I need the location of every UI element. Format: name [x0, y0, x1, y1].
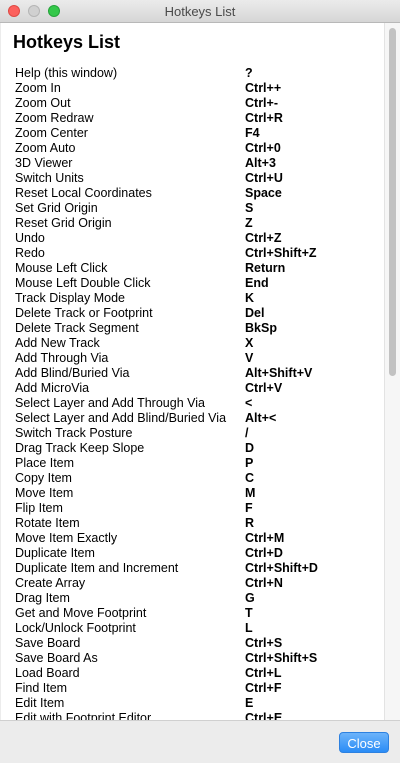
hotkey-action: Edit Item — [15, 696, 65, 710]
hotkey-key: F4 — [245, 126, 260, 140]
hotkey-key: Ctrl+R — [245, 111, 283, 125]
hotkey-key: Alt+Shift+V — [245, 366, 313, 380]
vertical-scrollbar[interactable] — [384, 23, 400, 720]
hotkey-key: G — [245, 591, 255, 605]
hotkey-key: < — [245, 396, 253, 410]
hotkey-key: Ctrl+S — [245, 636, 283, 650]
hotkey-action: Mouse Left Click — [15, 261, 108, 275]
hotkeys-window: Hotkeys List Hotkeys List Help (this win… — [0, 0, 400, 763]
hotkey-action: Save Board — [15, 636, 81, 650]
hotkey-key: Ctrl+N — [245, 576, 283, 590]
hotkey-key: K — [245, 291, 255, 305]
hotkey-key: Return — [245, 261, 286, 275]
hotkey-key: P — [245, 456, 254, 470]
hotkey-key: V — [245, 351, 254, 365]
hotkey-key: X — [245, 336, 254, 350]
hotkey-action: Load Board — [15, 666, 80, 680]
hotkey-key: Ctrl+D — [245, 546, 283, 560]
hotkey-action: Add Blind/Buried Via — [15, 366, 130, 380]
hotkey-action: Edit with Footprint Editor — [15, 711, 152, 720]
hotkey-key: C — [245, 471, 255, 485]
hotkey-key: Alt+< — [245, 411, 277, 425]
hotkey-action: Redo — [15, 246, 45, 260]
hotkey-action: Move Item Exactly — [15, 531, 118, 545]
hotkey-action: Duplicate Item and Increment — [15, 561, 179, 575]
hotkeys-content: Hotkeys List Help (this window)? Zoom In C… — [1, 23, 384, 720]
hotkey-key: Ctrl+V — [245, 381, 283, 395]
hotkey-action: Zoom Out — [15, 96, 71, 110]
hotkey-action: Create Array — [15, 576, 86, 590]
page-title: Hotkeys List — [13, 32, 121, 52]
hotkey-action: Add Through Via — [15, 351, 109, 365]
hotkey-key: Ctrl+F — [245, 681, 282, 695]
hotkey-action: Add New Track — [15, 336, 100, 350]
hotkey-action: Reset Local Coordinates — [15, 186, 152, 200]
hotkey-action: Zoom Redraw — [15, 111, 94, 125]
scrollbar-thumb[interactable] — [389, 28, 396, 376]
hotkey-action: Find Item — [15, 681, 68, 695]
hotkey-action: Copy Item — [15, 471, 72, 485]
hotkey-action: Place Item — [15, 456, 75, 470]
hotkey-key: ? — [245, 66, 253, 80]
hotkey-key: Ctrl+L — [245, 666, 282, 680]
hotkey-key: T — [245, 606, 253, 620]
hotkey-key: End — [245, 276, 269, 290]
hotkey-action: Flip Item — [15, 501, 63, 515]
hotkey-action: Drag Item — [15, 591, 70, 605]
hotkey-action: Get and Move Footprint — [15, 606, 147, 620]
hotkey-key: Del — [245, 306, 265, 320]
hotkey-action: Delete Track Segment — [15, 321, 139, 335]
hotkey-action: Move Item — [15, 486, 74, 500]
hotkey-action: Reset Grid Origin — [15, 216, 112, 230]
hotkey-action: Select Layer and Add Through Via — [15, 396, 205, 410]
hotkey-key: Ctrl+Shift+D — [245, 561, 318, 575]
close-button[interactable]: Close — [339, 732, 389, 753]
hotkey-key: Ctrl+Shift+S — [245, 651, 318, 665]
hotkey-action: Set Grid Origin — [15, 201, 98, 215]
hotkey-key: Ctrl+- — [245, 96, 278, 110]
hotkey-key: F — [245, 501, 253, 515]
hotkey-key: BkSp — [245, 321, 277, 335]
hotkey-action: Zoom Auto — [15, 141, 76, 155]
hotkey-key: Ctrl+Shift+Z — [245, 246, 317, 260]
hotkey-key: Ctrl+M — [245, 531, 285, 545]
hotkey-key: / — [245, 426, 249, 440]
hotkey-action: Duplicate Item — [15, 546, 95, 560]
hotkey-key: Ctrl++ — [245, 81, 282, 95]
button-bar: Close — [0, 720, 400, 763]
hotkey-action: Track Display Mode — [15, 291, 125, 305]
hotkey-key: Space — [245, 186, 282, 200]
hotkey-action: Lock/Unlock Footprint — [15, 621, 136, 635]
title-bar[interactable]: Hotkeys List — [0, 0, 400, 23]
hotkey-action: Delete Track or Footprint — [15, 306, 153, 320]
hotkey-action: Mouse Left Double Click — [15, 276, 151, 290]
window-title: Hotkeys List — [164, 4, 236, 19]
hotkey-key: L — [245, 621, 253, 635]
hotkey-key: Alt+3 — [245, 156, 276, 170]
hotkey-action: Zoom Center — [15, 126, 88, 140]
hotkey-key: S — [245, 201, 254, 215]
hotkey-key: Ctrl+Z — [245, 231, 282, 245]
hotkey-action: Save Board As — [15, 651, 98, 665]
hotkey-action: Drag Track Keep Slope — [15, 441, 145, 455]
hotkey-action: Switch Units — [15, 171, 84, 185]
hotkey-action: Switch Track Posture — [15, 426, 133, 440]
hotkey-action: Undo — [15, 231, 45, 245]
hotkey-key: Z — [245, 216, 253, 230]
hotkey-key: Ctrl+E — [245, 711, 283, 720]
hotkey-key: R — [245, 516, 255, 530]
hotkey-action: 3D Viewer — [15, 156, 73, 170]
hotkey-action: Zoom In — [15, 81, 61, 95]
hotkey-key: E — [245, 696, 254, 710]
hotkey-key: Ctrl+0 — [245, 141, 281, 155]
hotkey-action: Select Layer and Add Blind/Buried Via — [15, 411, 227, 425]
hotkey-action: Help (this window) — [15, 66, 118, 80]
hotkey-key: D — [245, 441, 255, 455]
hotkey-key: M — [245, 486, 256, 500]
hotkey-action: Rotate Item — [15, 516, 80, 530]
hotkey-action: Add MicroVia — [15, 381, 90, 395]
hotkey-key: Ctrl+U — [245, 171, 283, 185]
